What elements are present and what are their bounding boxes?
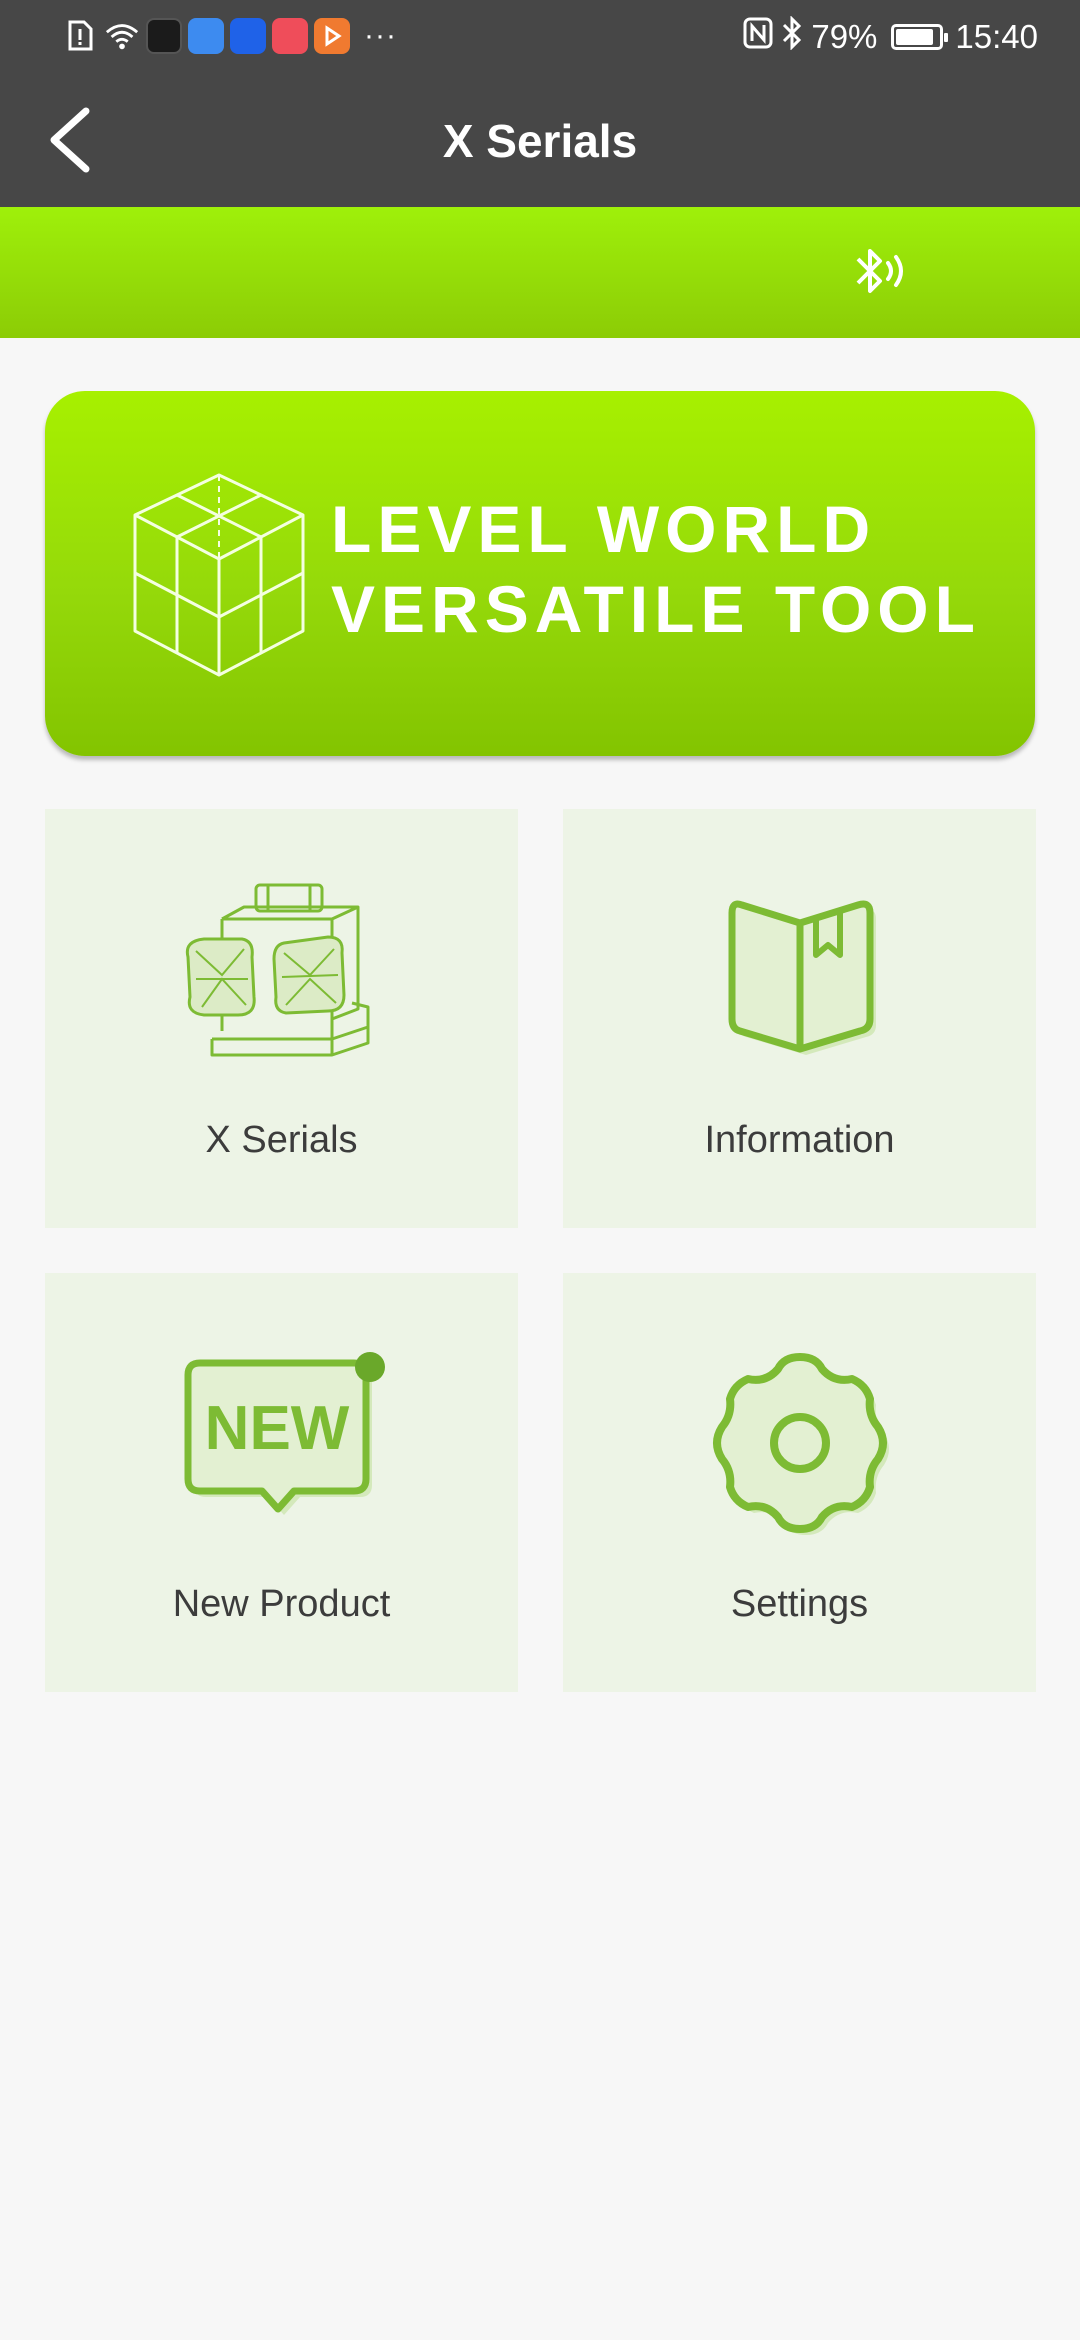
cube-logo-icon: [133, 473, 305, 677]
clock: 15:40: [955, 18, 1038, 55]
battery-icon: [891, 24, 949, 50]
battery-percent: 79%: [811, 18, 878, 55]
tile-label-settings: Settings: [730, 1583, 869, 1625]
tile-x-serials[interactable]: X Serials: [45, 809, 518, 1228]
sim-alert-icon: [62, 18, 98, 54]
banner-title-line1: LEVEL WORLD: [331, 492, 877, 566]
banner-title-line2: VERSATILE TOOL: [331, 572, 981, 646]
tips-notification-icon: [230, 18, 266, 54]
app-header: X Serials: [0, 74, 1080, 207]
connection-bar: [0, 207, 1080, 338]
more-notifications: ···: [364, 19, 397, 52]
new-badge-text: NEW: [204, 1394, 349, 1463]
status-icons-left: ···: [62, 18, 397, 54]
app-notification-icon: [146, 18, 182, 54]
brand-banner: LEVEL WORLD VERSATILE TOOL: [45, 391, 1035, 756]
tile-label-information: Information: [704, 1119, 895, 1161]
bluetooth-signal-icon: [856, 249, 903, 293]
page-title: X Serials: [442, 115, 638, 167]
tile-information[interactable]: Information: [563, 809, 1036, 1228]
gear-icon: [712, 1353, 889, 1535]
video-notification-icon: [314, 18, 350, 54]
wifi-icon: [104, 18, 140, 54]
tile-settings[interactable]: Settings: [563, 1273, 1036, 1692]
mail-notification-icon: [272, 18, 308, 54]
new-badge-icon: NEW: [184, 1352, 385, 1515]
browser-notification-icon: [188, 18, 224, 54]
tile-new-product[interactable]: NEW New Product: [45, 1273, 518, 1692]
laser-level-icon: [185, 883, 369, 1057]
book-icon: [728, 900, 876, 1055]
tile-label-x-serials: X Serials: [205, 1119, 358, 1161]
bluetooth-connect-button[interactable]: [850, 237, 920, 307]
bluetooth-status-icon: [781, 15, 803, 58]
status-bar: ··· 79% 15:40: [0, 0, 1080, 74]
battery-level: [896, 29, 933, 45]
nfc-icon: [743, 17, 773, 57]
tile-label-new-product: New Product: [172, 1583, 391, 1625]
status-icons-right: 79% 15:40: [743, 15, 1038, 58]
